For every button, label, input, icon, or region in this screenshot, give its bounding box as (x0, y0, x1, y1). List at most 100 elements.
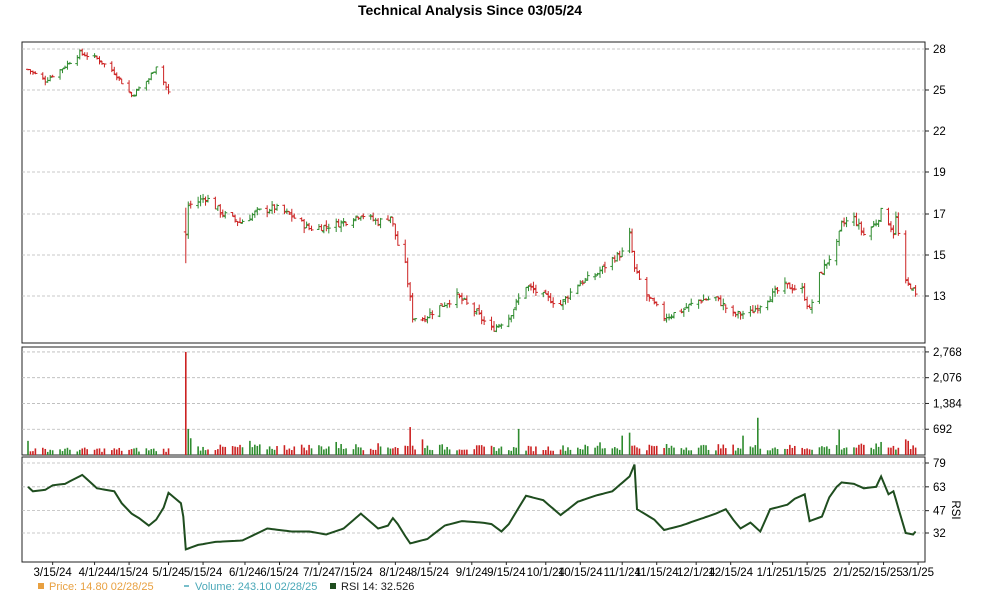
price-bar (58, 69, 63, 80)
volume-bar (663, 448, 665, 455)
price-bar (403, 239, 408, 264)
volume-bar (596, 445, 599, 455)
volume-bar (769, 450, 771, 455)
price-bar (43, 75, 48, 86)
volume-bar (426, 445, 429, 455)
volume-bar (446, 446, 448, 455)
volume-bar (483, 446, 485, 455)
volume-bar (345, 448, 347, 455)
volume-bar (138, 451, 140, 455)
volume-bar (614, 447, 616, 455)
volume-bar (687, 450, 690, 455)
x-tick-label: 8/15/24 (411, 567, 450, 579)
volume-bar (559, 449, 562, 455)
x-tick-label: 7/1/24 (303, 567, 336, 579)
price-bar (893, 211, 898, 235)
price-bar (773, 285, 778, 297)
price-tick-label: 17 (933, 209, 946, 221)
volume-bar (342, 448, 345, 455)
volume-bar (702, 444, 705, 455)
volume-bar (271, 448, 273, 455)
price-tick-label: 19 (933, 167, 946, 179)
volume-bar (636, 447, 638, 455)
volume-bar (875, 443, 877, 455)
rsi-tick-label: 32 (933, 528, 946, 540)
volume-bar (81, 448, 84, 455)
price-bar (807, 304, 812, 309)
price-bar (77, 49, 82, 60)
volume-bar (404, 445, 407, 455)
price-bar (654, 301, 659, 307)
price-bar (896, 212, 901, 236)
price-bar (851, 212, 856, 227)
volume-panel: 692 1,384 2,076 2,768 (21, 346, 962, 456)
volume-bar (69, 449, 71, 455)
volume-bar (855, 447, 858, 455)
volume-bar (254, 444, 256, 455)
x-tick-label: 10/15/24 (558, 567, 603, 579)
price-bar (97, 56, 102, 65)
price-bar (129, 91, 134, 98)
volume-bar (217, 449, 219, 455)
x-tick-label: 2/15/25 (864, 567, 902, 579)
price-bar (164, 81, 169, 91)
price-bar (593, 273, 598, 281)
price-bar (395, 231, 400, 246)
price-bar (822, 259, 827, 276)
volume-bar (438, 444, 441, 455)
volume-bar (93, 449, 96, 455)
volume-bar (113, 448, 116, 455)
price-bar (837, 230, 842, 246)
volume-bar (115, 449, 118, 455)
price-bar (252, 210, 257, 218)
price-panel: 13 15 17 19 22 25 28 (21, 41, 946, 344)
x-tick-label: 3/1/25 (902, 567, 934, 579)
volume-bar (291, 450, 293, 455)
price-bar (738, 311, 743, 320)
volume-bar (872, 449, 875, 455)
volume-bar (473, 449, 476, 455)
volume-bar (374, 449, 377, 455)
price-bar (257, 208, 262, 211)
volume-bar (722, 444, 725, 455)
price-bar (205, 194, 210, 203)
volume-bar (653, 446, 656, 455)
volume-bar (335, 441, 337, 455)
volume-bar (717, 444, 720, 455)
price-bar (805, 296, 810, 310)
volume-bar (221, 446, 224, 455)
volume-bar (793, 445, 796, 455)
volume-bar (853, 447, 855, 455)
price-bar (198, 194, 203, 207)
legend-item: RSI 14: 32.526 (330, 581, 414, 593)
volume-bar (394, 447, 397, 455)
volume-bar (697, 447, 700, 455)
volume-bar (823, 447, 826, 455)
volume-bar (611, 448, 614, 455)
price-bar (339, 220, 344, 233)
volume-bar (835, 445, 838, 455)
volume-bar (372, 449, 374, 455)
volume-bar (811, 449, 813, 455)
volume-bar (456, 450, 458, 455)
rsi-axis-label: RSI (949, 500, 961, 519)
volume-bar (890, 447, 892, 455)
legend-label: RSI 14: 32.526 (341, 581, 414, 593)
volume-bar (604, 448, 606, 455)
volume-bar (41, 447, 44, 455)
volume-bar (78, 449, 81, 455)
x-tick-label: 6/1/24 (229, 567, 262, 579)
volume-bar (742, 435, 744, 455)
volume-bar (273, 449, 276, 455)
volume-bar (633, 445, 636, 455)
volume-bar (549, 450, 552, 455)
volume-bar (880, 441, 882, 455)
x-tick-label: 8/1/24 (379, 567, 412, 579)
price-bar (856, 218, 861, 230)
volume-bar (167, 448, 170, 455)
price-bar (874, 219, 879, 227)
volume-bar (673, 447, 675, 455)
price-bar (671, 312, 676, 319)
volume-bar (789, 444, 791, 455)
x-tick-label: 2/1/25 (833, 567, 865, 579)
